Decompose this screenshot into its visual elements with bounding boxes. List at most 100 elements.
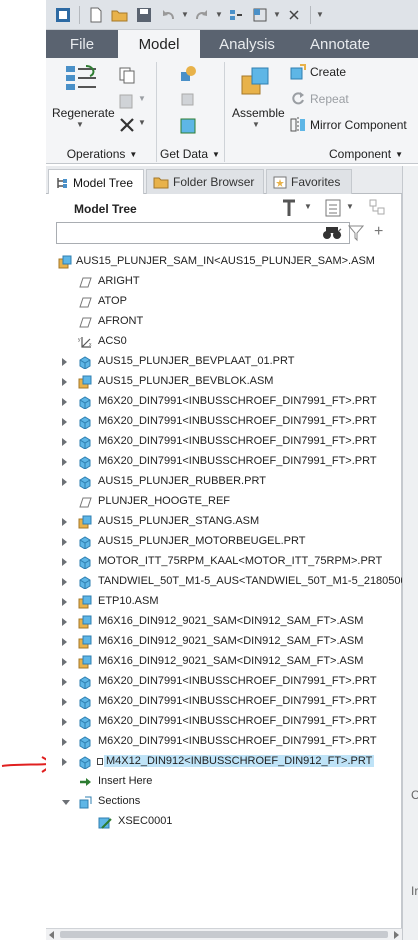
open-folder-icon[interactable] (109, 4, 131, 26)
mirror-component-label[interactable]: Mirror Component (310, 118, 407, 132)
scroll-left-icon[interactable] (49, 931, 54, 939)
expand-icon[interactable] (62, 578, 67, 586)
expand-icon[interactable] (62, 538, 67, 546)
tree-item-selected[interactable]: M4X12_DIN912<INBUSSCHROEF_DIN912_FT>.PRT (46, 752, 402, 772)
expand-icon[interactable] (62, 378, 67, 386)
expand-icon[interactable] (62, 358, 67, 366)
expand-icon[interactable] (62, 558, 67, 566)
expand-icon[interactable] (62, 658, 67, 666)
expand-icon[interactable] (62, 458, 67, 466)
tree-item[interactable]: ETP10.ASM (46, 592, 402, 612)
expand-icon[interactable] (62, 758, 67, 766)
undo-icon[interactable] (157, 4, 179, 26)
expand-icon[interactable] (62, 478, 67, 486)
tree-item[interactable]: AUS15_PLUNJER_RUBBER.PRT (46, 472, 402, 492)
undo-dropdown-icon[interactable]: ▼ (181, 10, 189, 19)
regenerate-small-icon[interactable] (225, 4, 247, 26)
tree-item[interactable]: XSEC0001 (46, 812, 402, 832)
find-binoculars-icon[interactable] (322, 224, 342, 242)
mirror-component-icon[interactable] (290, 116, 306, 134)
tree-item[interactable]: PLUNJER_HOOGTE_REF (46, 492, 402, 512)
expand-icon[interactable] (62, 418, 67, 426)
create-icon[interactable] (290, 64, 306, 80)
expand-icon[interactable] (62, 618, 67, 626)
add-icon[interactable]: + (374, 223, 383, 241)
redo-dropdown-icon[interactable]: ▼ (215, 10, 223, 19)
tree-tools-icon[interactable] (280, 198, 298, 218)
expand-icon[interactable] (62, 698, 67, 706)
show-settings-dropdown-icon[interactable]: ▼ (346, 202, 354, 211)
get-data-dropdown-icon[interactable]: ▼ (212, 150, 220, 159)
customize-toolbar-icon[interactable]: ▼ (316, 10, 324, 19)
window-menu-icon[interactable] (52, 4, 74, 26)
tree-item[interactable]: AFRONT (46, 312, 402, 332)
redo-icon[interactable] (191, 4, 213, 26)
shrinkwrap-icon[interactable] (178, 116, 198, 136)
regenerate-dropdown-icon[interactable]: ▼ (76, 120, 84, 129)
tab-model[interactable]: Model (118, 30, 200, 58)
search-field[interactable]: ✕ (56, 222, 350, 244)
tree-item[interactable]: MOTOR_ITT_75RPM_KAAL<MOTOR_ITT_75RPM>.PR… (46, 552, 402, 572)
delete-icon[interactable] (118, 116, 136, 134)
tab-annotate[interactable]: Annotate (294, 30, 386, 58)
tree-item[interactable]: Sections (46, 792, 402, 812)
regenerate-label[interactable]: Regenerate (52, 106, 115, 120)
horizontal-scrollbar[interactable] (46, 928, 402, 940)
expand-icon[interactable] (62, 518, 67, 526)
delete-dropdown-icon[interactable]: ▼ (138, 118, 146, 127)
tab-model-tree[interactable]: Model Tree (48, 169, 144, 195)
tree-item[interactable]: M6X16_DIN912_9021_SAM<DIN912_SAM_FT>.ASM (46, 652, 402, 672)
scroll-right-icon[interactable] (394, 931, 399, 939)
user-defined-feature-icon[interactable] (178, 64, 198, 84)
expand-icon[interactable] (62, 678, 67, 686)
operations-group-label[interactable]: Operations ▼ (50, 144, 154, 164)
assemble-dropdown-icon[interactable]: ▼ (252, 120, 260, 129)
windows-icon[interactable] (249, 4, 271, 26)
expand-icon[interactable] (62, 738, 67, 746)
tree-item[interactable]: M6X20_DIN7991<INBUSSCHROEF_DIN7991_FT>.P… (46, 692, 402, 712)
regenerate-icon[interactable] (64, 64, 100, 98)
expand-icon[interactable] (62, 438, 67, 446)
tree-item[interactable]: ARIGHT (46, 272, 402, 292)
tab-analysis[interactable]: Analysis (200, 30, 294, 58)
save-icon[interactable] (133, 4, 155, 26)
operations-dropdown-icon[interactable]: ▼ (129, 150, 137, 159)
tree-item[interactable]: AUS15_PLUNJER_BEVBLOK.ASM (46, 372, 402, 392)
component-group-label[interactable]: Component ▼ (316, 144, 416, 164)
expand-icon[interactable] (62, 398, 67, 406)
tree-item[interactable]: M6X20_DIN7991<INBUSSCHROEF_DIN7991_FT>.P… (46, 712, 402, 732)
tree-item[interactable]: M6X20_DIN7991<INBUSSCHROEF_DIN7991_FT>.P… (46, 452, 402, 472)
assemble-label[interactable]: Assemble (232, 106, 285, 120)
tree-item[interactable]: AUS15_PLUNJER_STANG.ASM (46, 512, 402, 532)
component-dropdown-icon[interactable]: ▼ (395, 150, 403, 159)
get-data-group-label[interactable]: Get Data ▼ (158, 144, 222, 164)
tree-item[interactable]: AUS15_PLUNJER_BEVPLAAT_01.PRT (46, 352, 402, 372)
new-file-icon[interactable] (85, 4, 107, 26)
close-window-icon[interactable] (283, 4, 305, 26)
tree-item[interactable]: AUS15_PLUNJER_MOTORBEUGEL.PRT (46, 532, 402, 552)
collapse-icon[interactable] (62, 800, 70, 805)
tree-item[interactable]: TANDWIEL_50T_M1-5_AUS<TANDWIEL_50T_M1-5_… (46, 572, 410, 592)
show-settings-icon[interactable] (324, 198, 342, 218)
assemble-icon[interactable] (238, 64, 274, 100)
expand-icon[interactable] (62, 638, 67, 646)
tab-favorites[interactable]: Favorites (266, 169, 352, 194)
tree-item[interactable]: M6X20_DIN7991<INBUSSCHROEF_DIN7991_FT>.P… (46, 392, 402, 412)
scrollbar-thumb[interactable] (60, 931, 388, 938)
tab-folder-browser[interactable]: Folder Browser (146, 169, 264, 194)
copy-icon[interactable] (118, 66, 136, 84)
windows-dropdown-icon[interactable]: ▼ (273, 10, 281, 19)
tree-item[interactable]: ATOP (46, 292, 402, 312)
tree-item[interactable]: M6X20_DIN7991<INBUSSCHROEF_DIN7991_FT>.P… (46, 672, 402, 692)
tree-item[interactable]: M6X20_DIN7991<INBUSSCHROEF_DIN7991_FT>.P… (46, 732, 402, 752)
search-input[interactable] (59, 225, 329, 241)
tab-file[interactable]: File (46, 30, 118, 58)
tree-item[interactable]: Insert Here (46, 772, 402, 792)
expand-icon[interactable] (62, 598, 67, 606)
tree-tools-dropdown-icon[interactable]: ▼ (304, 202, 312, 211)
tree-root[interactable]: AUS15_PLUNJER_SAM_IN<AUS15_PLUNJER_SAM>.… (46, 252, 402, 272)
tree-item[interactable]: M6X16_DIN912_9021_SAM<DIN912_SAM_FT>.ASM (46, 612, 402, 632)
tree-item[interactable]: M6X20_DIN7991<INBUSSCHROEF_DIN7991_FT>.P… (46, 432, 402, 452)
expand-icon[interactable] (62, 718, 67, 726)
filter-icon[interactable] (348, 224, 364, 242)
